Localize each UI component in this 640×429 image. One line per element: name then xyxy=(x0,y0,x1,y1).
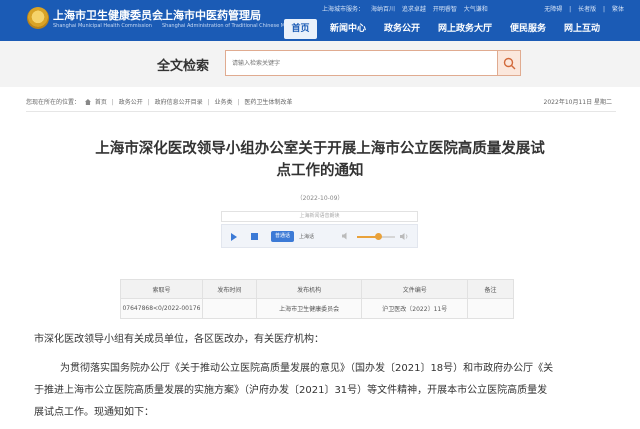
top-divider: | xyxy=(569,6,572,13)
play-icon[interactable] xyxy=(231,233,237,241)
body-paragraph-line: 为贯彻落实国务院办公厅《关于推动公立医院高质量发展的意见》（国办发〔2021〕1… xyxy=(60,363,554,374)
accessibility-link[interactable]: 无障碍 xyxy=(544,6,562,13)
site-name[interactable]: 上海市卫生健康委员会 xyxy=(53,7,163,23)
body-salutation: 市深化医改领导小组有关成员单位，各区医改办，有关医疗机构： xyxy=(34,334,324,345)
breadcrumb-prefix: 您现在所在的位置： xyxy=(26,99,81,106)
volume-handle[interactable] xyxy=(374,233,382,240)
site-header: 上海市卫生健康委员会 Shanghai Municipal Health Com… xyxy=(0,0,640,41)
body-paragraph-line: 展试点工作。现通知如下： xyxy=(34,407,154,418)
stop-icon[interactable] xyxy=(251,233,258,240)
nav-interaction[interactable]: 网上互动 xyxy=(560,19,604,39)
breadcrumb-info-catalog[interactable]: 政府信息公开目录 xyxy=(155,99,203,106)
top-link[interactable]: 大气谦和 xyxy=(464,6,488,13)
breadcrumb-separator: | xyxy=(237,99,240,106)
nav-home[interactable]: 首页 xyxy=(284,19,317,39)
publish-date: （2022-10-09） xyxy=(296,195,344,202)
cell-remark xyxy=(467,298,514,319)
col-header-publisher: 发布机构 xyxy=(255,279,363,299)
elder-version-link[interactable]: 长者版 xyxy=(578,6,596,13)
breadcrumb-divider xyxy=(26,111,616,112)
body-paragraph-line: 于推进上海市公立医院高质量发展的实施方案》（沪府办发〔2021〕31号）等文件精… xyxy=(34,385,548,396)
nav-services[interactable]: 便民服务 xyxy=(506,19,550,39)
mandarin-button[interactable]: 普通话 xyxy=(271,231,294,242)
search-input[interactable] xyxy=(232,51,492,75)
col-header-publish-time: 发布时间 xyxy=(201,279,257,299)
top-link[interactable]: 追求卓越 xyxy=(402,6,426,13)
volume-up-icon[interactable] xyxy=(400,232,409,241)
breadcrumb-separator: | xyxy=(111,99,114,106)
table-row: 07647868<0/2022-00176 上海市卫生健康委员会 沪卫医改〔20… xyxy=(120,298,514,319)
site-subtitle-tcm: Shanghai Administration of Traditional C… xyxy=(162,23,304,29)
nav-news[interactable]: 新闻中心 xyxy=(326,19,370,39)
home-icon xyxy=(84,99,91,105)
breadcrumb-business[interactable]: 业务类 xyxy=(215,99,233,106)
breadcrumb-home[interactable]: 首页 xyxy=(95,99,107,106)
search-band: 全文检索 xyxy=(0,41,640,87)
cell-publish-time xyxy=(201,298,257,319)
breadcrumb-separator: | xyxy=(147,99,150,106)
search-box xyxy=(225,50,521,76)
top-links-bar: 上海城市服务： 海纳百川 追求卓越 开明睿智 大气谦和 无障碍 | 长者版 | … xyxy=(322,4,640,14)
nav-gov-affairs[interactable]: 政务公开 xyxy=(380,19,424,39)
shanghainese-button[interactable]: 上海话 xyxy=(299,233,314,240)
search-title: 全文检索 xyxy=(157,59,210,74)
audio-player-label: 上海新闻语音朗读 xyxy=(221,211,418,222)
breadcrumb: 您现在所在的位置： 首页 | 政务公开 | 政府信息公开目录 | 业务类 | 医… xyxy=(26,97,616,107)
search-button[interactable] xyxy=(497,50,521,76)
col-header-index: 索取号 xyxy=(120,279,203,299)
traditional-chinese-link[interactable]: 繁体 xyxy=(612,6,624,13)
volume-down-icon[interactable] xyxy=(342,232,350,240)
table-header-row: 索取号 发布时间 发布机构 文件编号 备注 xyxy=(120,279,514,299)
site-subtitle: Shanghai Municipal Health Commission xyxy=(53,23,152,29)
cell-publisher: 上海市卫生健康委员会 xyxy=(255,298,363,319)
site-name-tcm[interactable]: 上海市中医药管理局 xyxy=(162,7,261,23)
breadcrumb-health-reform[interactable]: 医药卫生体制改革 xyxy=(244,99,292,106)
col-header-remark: 备注 xyxy=(467,279,514,299)
top-link[interactable]: 海纳百川 xyxy=(371,6,395,13)
article-title: 上海市深化医改领导小组办公室关于开展上海市公立医院高质量发展试点工作的通知 xyxy=(95,141,545,179)
emblem-icon[interactable] xyxy=(27,7,49,29)
col-header-doc-number: 文件编号 xyxy=(361,279,469,299)
top-link: 上海城市服务： xyxy=(322,6,365,13)
breadcrumb-gov-affairs[interactable]: 政务公开 xyxy=(119,99,143,106)
current-date: 2022年10月11日 星期二 xyxy=(543,99,612,106)
volume-slider[interactable] xyxy=(357,233,395,240)
cell-index: 07647868<0/2022-00176 xyxy=(120,298,203,319)
top-divider: | xyxy=(603,6,606,13)
nav-online-hall[interactable]: 网上政务大厅 xyxy=(434,19,496,39)
audio-player: 普通话 上海话 xyxy=(221,224,418,248)
accessibility-links: 无障碍 | 长者版 | 繁体 xyxy=(544,4,629,13)
cell-doc-number: 沪卫医改〔2022〕11号 xyxy=(361,298,469,319)
top-link[interactable]: 开明睿智 xyxy=(433,6,457,13)
document-info-table: 索取号 发布时间 发布机构 文件编号 备注 07647868<0/2022-00… xyxy=(120,279,514,319)
search-icon xyxy=(503,57,516,70)
breadcrumb-separator: | xyxy=(207,99,210,106)
